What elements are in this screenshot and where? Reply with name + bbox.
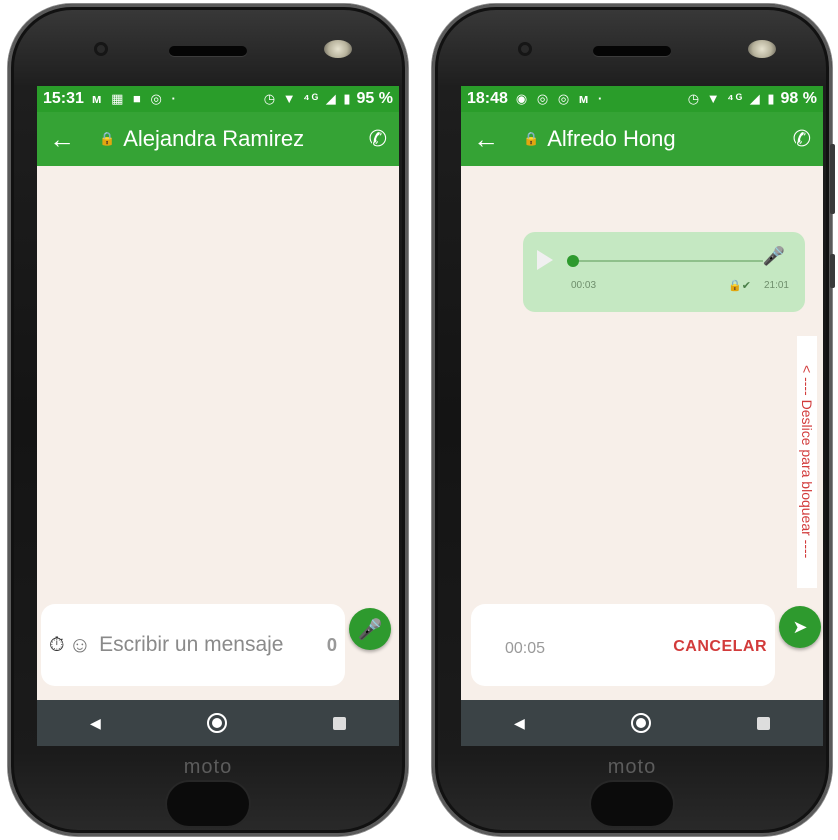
send-voice-button[interactable]: ➤: [779, 606, 821, 648]
app-bar: ← 🔒 Alejandra Ramirez ✆: [37, 112, 399, 166]
power-button: [830, 254, 835, 288]
timer-icon[interactable]: ⏱: [49, 634, 65, 657]
record-voice-button[interactable]: 🎤: [349, 608, 391, 650]
android-nav-bar: ◀: [37, 700, 399, 746]
contact-name[interactable]: Alejandra Ramirez: [123, 126, 368, 152]
brand-logo: moto: [183, 756, 233, 778]
system-icons: ◷ ▼ ⁴ᴳ ◢ ▮: [687, 91, 777, 106]
lock-icon: 🔒: [523, 131, 540, 146]
message-composer: ⏱ ☺ Escribir un mensaje 𝟎: [41, 604, 345, 686]
call-icon[interactable]: ✆: [793, 126, 811, 152]
voice-duration: 00:03: [571, 280, 597, 291]
nav-back-icon[interactable]: ◀: [90, 715, 101, 732]
front-flash: [748, 40, 776, 58]
earpiece: [169, 46, 247, 56]
slide-to-lock-hint: < ---- Deslice para bloquear ----: [797, 336, 817, 588]
earpiece: [593, 46, 671, 56]
contact-name[interactable]: Alfredo Hong: [547, 126, 792, 152]
play-icon[interactable]: [537, 250, 553, 270]
attach-icon[interactable]: 𝟎: [327, 635, 337, 656]
recording-bar: 00:05 CANCELAR: [471, 604, 775, 686]
phone-left: 15:31 ᴍ ▦ ■ ◎ · ◷ ▼ ⁴ᴳ ◢ ▮ 95 % ← 🔒 Alej…: [8, 4, 408, 836]
battery-level: 98 %: [780, 90, 817, 107]
fingerprint-button[interactable]: [591, 782, 673, 826]
lock-icon: 🔒: [99, 131, 116, 146]
back-arrow-icon[interactable]: ←: [49, 126, 89, 152]
nav-home-icon[interactable]: [630, 713, 651, 733]
audio-progress-track[interactable]: [573, 260, 763, 262]
status-time: 15:31: [43, 90, 84, 107]
fingerprint-button[interactable]: [167, 782, 249, 826]
message-input[interactable]: Escribir un mensaje: [99, 633, 327, 657]
microphone-icon: 🎤: [357, 618, 383, 641]
delivery-status-icon: 🔒✔: [728, 280, 751, 292]
screen-right: 18:48 ◉ ◎ ◎ ᴍ · ◷ ▼ ⁴ᴳ ◢ ▮ 98 % ← 🔒 Alfr…: [461, 86, 823, 746]
send-icon: ➤: [792, 616, 808, 637]
front-sensor: [94, 42, 108, 56]
status-time: 18:48: [467, 90, 508, 107]
nav-back-icon[interactable]: ◀: [514, 715, 525, 732]
screen-left: 15:31 ᴍ ▦ ■ ◎ · ◷ ▼ ⁴ᴳ ◢ ▮ 95 % ← 🔒 Alej…: [37, 86, 399, 746]
audio-progress-knob[interactable]: [567, 255, 579, 267]
front-sensor: [518, 42, 532, 56]
cancel-recording-button[interactable]: CANCELAR: [673, 638, 767, 656]
message-time: 21:01: [763, 280, 789, 291]
battery-level: 95 %: [356, 90, 393, 107]
back-arrow-icon[interactable]: ←: [473, 126, 513, 152]
android-nav-bar: ◀: [461, 700, 823, 746]
volume-button: [830, 144, 835, 214]
app-bar: ← 🔒 Alfredo Hong ✆: [461, 112, 823, 166]
recording-timer: 00:05: [505, 640, 546, 657]
call-icon[interactable]: ✆: [369, 126, 387, 152]
status-bar: 15:31 ᴍ ▦ ■ ◎ · ◷ ▼ ⁴ᴳ ◢ ▮ 95 %: [37, 86, 399, 112]
nav-recents-icon[interactable]: [332, 716, 346, 730]
system-icons: ◷ ▼ ⁴ᴳ ◢ ▮: [263, 91, 353, 106]
slide-hint-text: < ---- Deslice para bloquear ----: [799, 365, 815, 559]
phone-right: 18:48 ◉ ◎ ◎ ᴍ · ◷ ▼ ⁴ᴳ ◢ ▮ 98 % ← 🔒 Alfr…: [432, 4, 835, 836]
microphone-icon: 🎤: [762, 246, 785, 266]
notification-icons: ᴍ ▦ ■ ◎ ·: [91, 91, 179, 106]
brand-logo: moto: [607, 756, 657, 778]
status-bar: 18:48 ◉ ◎ ◎ ᴍ · ◷ ▼ ⁴ᴳ ◢ ▮ 98 %: [461, 86, 823, 112]
emoji-icon[interactable]: ☺: [69, 632, 91, 658]
voice-message-bubble[interactable]: 🎤 00:03 🔒✔ 21:01: [523, 232, 805, 312]
front-flash: [324, 40, 352, 58]
nav-recents-icon[interactable]: [756, 716, 770, 730]
notification-icons: ◉ ◎ ◎ ᴍ ·: [515, 91, 606, 106]
nav-home-icon[interactable]: [206, 713, 227, 733]
